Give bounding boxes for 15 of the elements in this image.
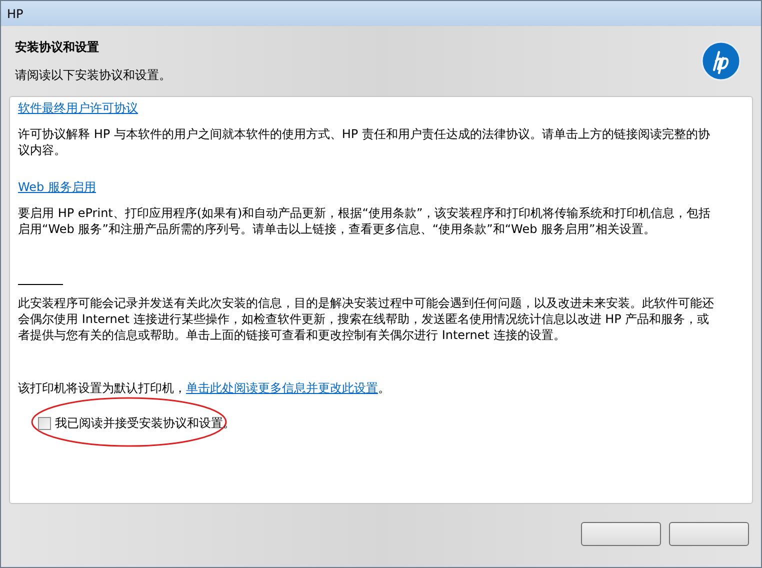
default-printer-text: 该打印机将设置为默认打印机，单击此处阅读更多信息并更改此设置。 [18, 380, 391, 396]
agreement-link[interactable]: Web 服务启用 [18, 179, 96, 195]
page-subtitle: 请阅读以下安装协议和设置。 [15, 67, 171, 84]
agreement-text: 此安装程序可能会记录并发送有关此次安装的信息，目的是解决安装过程中可能会遇到任何问题，以及改进未来安装。此软件可能还会偶尔使用 Internet 连接进行某些操作，如检查软件更新，搜索在线帮助，发送匿名使用情况统计信息以改进 HP 产品和服务，或者提供与您有关的信息或帮助。单击上面的链接可查看和更改控制有关偶尔进行 Internet 连接的设置。 [18, 295, 715, 343]
accept-checkbox[interactable] [38, 416, 51, 430]
dialog-button[interactable] [581, 522, 661, 546]
settings-link[interactable]: 单击此处阅读更多信息并更改此设置 [186, 381, 378, 395]
agreement-text: 要启用 HP ePrint、打印应用程序(如果有)和自动产品更新，根据“使用条款”，该安装程序和打印机将传输系统和打印机信息，包括启用“Web 服务”和注册产品所需的序列号。请单击以上链接，查看更多信息、“使用条款”和“Web 服务启用”相关设置。 [18, 205, 712, 237]
window-title: HP [7, 6, 24, 22]
logo-icon [701, 41, 741, 81]
agreement-link[interactable]: 软件最终用户许可协议 [18, 100, 138, 116]
accept-label[interactable]: 我已阅读并接受安装协议和设置。 [55, 414, 235, 432]
dialog-button[interactable] [669, 522, 749, 546]
agreement-text: 许可协议解释 HP 与本软件的用户之间就本软件的使用方式、HP 责任和用户责任达成的法律协议。请单击上方的链接阅读完整的协议内容。 [18, 126, 711, 158]
page-title: 安装协议和设置 [15, 39, 100, 56]
